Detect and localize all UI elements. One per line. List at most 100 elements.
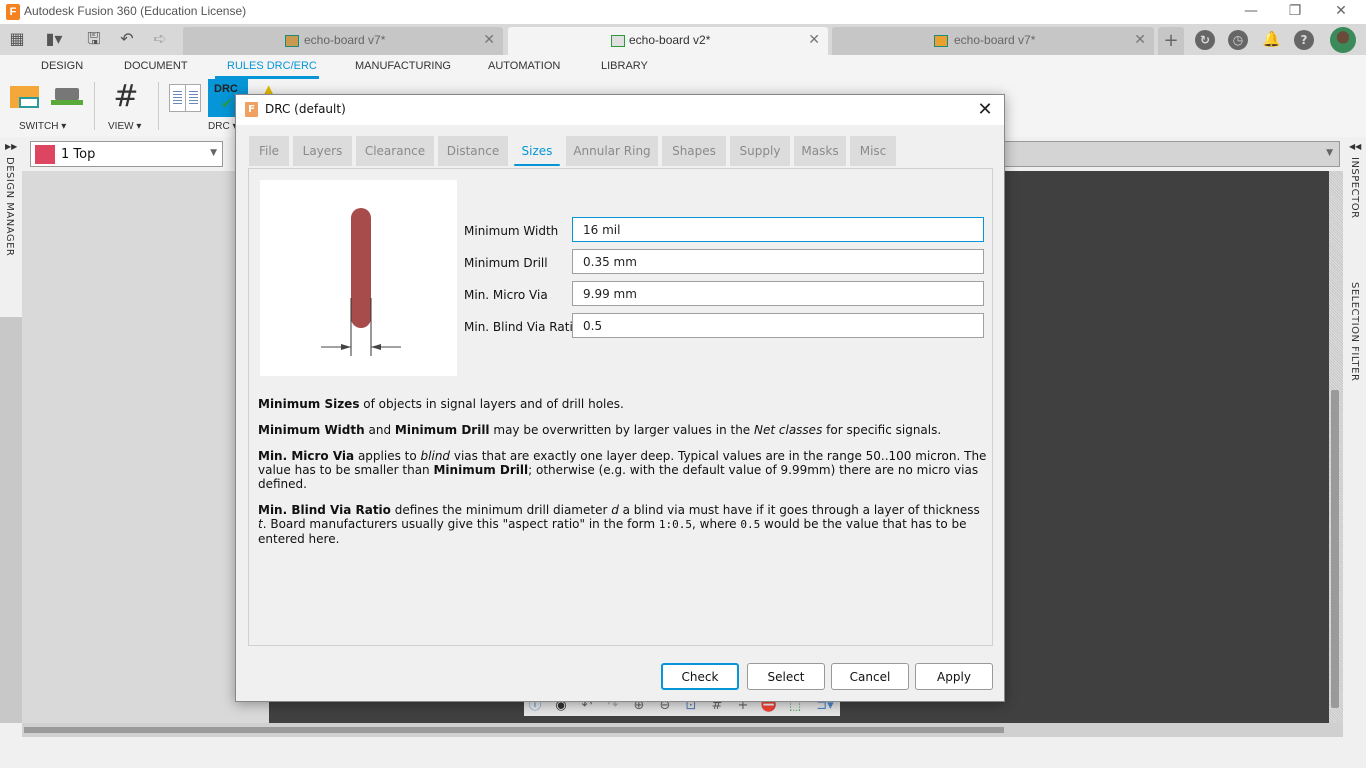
vertical-scrollbar[interactable] (1331, 390, 1339, 708)
help-italic: blind (420, 449, 451, 463)
help-term: Min. Micro Via (258, 449, 355, 463)
expand-panel-icon[interactable]: ◀◀ (1349, 142, 1361, 151)
sizes-panel: Minimum Width Minimum Drill Min. Micro V… (248, 168, 993, 646)
selection-filter-label[interactable]: SELECTION FILTER (1349, 282, 1360, 381)
min-width-diagram (321, 208, 401, 356)
tab-clearance[interactable]: Clearance (356, 136, 434, 166)
view-group-label[interactable]: VIEW ▾ (108, 121, 141, 132)
fusion-logo-icon: F (6, 4, 20, 20)
help-paragraph-width-drill: Minimum Width and Minimum Drill may be o… (258, 423, 988, 437)
tab-sizes[interactable]: Sizes (512, 136, 562, 166)
ribbon-tab-document[interactable]: DOCUMENT (124, 60, 188, 72)
file-menu-icon[interactable]: ▮▾ (38, 28, 70, 50)
right-panel: ◀◀ INSPECTOR SELECTION FILTER (1343, 137, 1366, 723)
notifications-icon[interactable]: 🔔 (1262, 30, 1281, 50)
redo-icon[interactable]: ➪ (149, 28, 171, 50)
help-text-span: for specific signals. (822, 423, 942, 437)
tab-masks[interactable]: Masks (794, 136, 846, 166)
help-text-span: may be overwritten by larger values in t… (489, 423, 755, 437)
save-icon[interactable]: 🖫 (83, 28, 105, 50)
doc-tab-1[interactable]: echo-board v7* ✕ (183, 27, 503, 55)
minimum-width-input[interactable] (572, 217, 984, 242)
horizontal-scrollbar[interactable] (24, 727, 1004, 733)
close-window-button[interactable]: ✕ (1318, 0, 1364, 24)
switch-group-label[interactable]: SWITCH ▾ (19, 121, 66, 132)
help-term: Minimum Width (258, 423, 365, 437)
doc-tab-label: echo-board v7* (954, 33, 1036, 47)
help-term: Minimum Drill (433, 463, 529, 477)
doc-tab-2[interactable]: echo-board v2* ✕ (508, 27, 828, 55)
help-code: 0.5 (740, 518, 761, 531)
ribbon-tab-automation[interactable]: AUTOMATION (488, 60, 560, 72)
dialog-close-button[interactable]: ✕ (974, 99, 996, 121)
sizes-preview (260, 180, 457, 376)
ribbon-tab-rules[interactable]: RULES DRC/ERC (227, 60, 317, 72)
tab-shapes[interactable]: Shapes (662, 136, 726, 166)
layer-select[interactable]: 1 Top ▼ (30, 141, 223, 167)
help-text-span: and (364, 423, 395, 437)
window-title: Autodesk Fusion 360 (Education License) (24, 4, 247, 18)
check-icon: ✔ (221, 96, 233, 112)
tab-supply[interactable]: Supply (730, 136, 790, 166)
help-text-span: of objects in signal layers and of drill… (359, 397, 624, 411)
layer-settings-icon[interactable] (169, 84, 201, 112)
pcb-icon (285, 35, 299, 47)
status-bar (0, 737, 1366, 768)
switch-to-3d-icon[interactable] (51, 86, 83, 106)
tab-layers[interactable]: Layers (293, 136, 352, 166)
minimum-drill-input[interactable] (572, 249, 984, 274)
inspector-label[interactable]: INSPECTOR (1349, 157, 1360, 219)
ribbon-tab-library[interactable]: LIBRARY (601, 60, 648, 72)
user-avatar[interactable] (1330, 27, 1356, 53)
history-icon[interactable]: ◷ (1228, 30, 1248, 50)
doc-tab-label: echo-board v2* (629, 33, 711, 47)
close-tab-icon[interactable]: ✕ (808, 32, 820, 48)
tab-annular-ring[interactable]: Annular Ring (566, 136, 658, 166)
ribbon-separator (158, 82, 159, 130)
help-paragraph-min-sizes: Minimum Sizes of objects in signal layer… (258, 397, 988, 411)
drc-group-label[interactable]: DRC ▾ (208, 121, 237, 132)
grid-icon[interactable]: # (110, 82, 142, 112)
min-blind-via-ratio-input[interactable] (572, 313, 984, 338)
apply-button[interactable]: Apply (915, 663, 993, 690)
ribbon-tab-manufacturing[interactable]: MANUFACTURING (355, 60, 451, 72)
help-icon[interactable]: ? (1294, 30, 1314, 50)
canvas-background (22, 171, 269, 723)
arrow-head-left (341, 344, 351, 350)
layer-color-swatch (35, 145, 55, 164)
minimum-width-label: Minimum Width (464, 224, 559, 238)
close-tab-icon[interactable]: ✕ (483, 32, 495, 48)
job-status-icon[interactable]: ↻ (1195, 30, 1215, 50)
minimize-button[interactable]: — (1228, 0, 1274, 24)
board-icon (611, 35, 625, 47)
ribbon-separator (94, 82, 95, 130)
restore-button[interactable]: ❐ (1272, 0, 1318, 24)
help-italic: d (611, 503, 619, 517)
ribbon-tab-design[interactable]: DESIGN (41, 60, 83, 72)
layer-select-value: 1 Top (61, 147, 96, 162)
select-button[interactable]: Select (747, 663, 825, 690)
help-text-span: applies to (354, 449, 421, 463)
design-manager-panel[interactable]: ▶▶ DESIGN MANAGER (0, 137, 22, 317)
dialog-title: DRC (default) (265, 102, 346, 116)
undo-icon[interactable]: ↶ (116, 28, 138, 50)
apps-grid-icon[interactable]: ▦ (6, 28, 28, 50)
check-button[interactable]: Check (661, 663, 739, 690)
min-micro-via-input[interactable] (572, 281, 984, 306)
left-panel-strip (0, 317, 22, 723)
dialog-titlebar[interactable]: F DRC (default) ✕ (236, 95, 1004, 125)
doc-tab-3[interactable]: echo-board v7* ✕ (832, 27, 1154, 55)
help-text-span: a blind via must have if it goes through… (618, 503, 980, 517)
switch-to-schematic-icon[interactable] (10, 86, 39, 108)
chevron-down-icon: ▼ (210, 148, 217, 158)
tab-file[interactable]: File (249, 136, 289, 166)
design-manager-label[interactable]: DESIGN MANAGER (4, 157, 15, 256)
command-select[interactable]: ▼ (1000, 141, 1340, 167)
cancel-button[interactable]: Cancel (831, 663, 909, 690)
expand-panel-icon[interactable]: ▶▶ (5, 142, 17, 151)
close-tab-icon[interactable]: ✕ (1134, 32, 1146, 48)
new-tab-icon[interactable]: + (1158, 27, 1184, 55)
tab-distance[interactable]: Distance (438, 136, 508, 166)
help-term: Minimum Drill (394, 423, 490, 437)
tab-misc[interactable]: Misc (850, 136, 896, 166)
